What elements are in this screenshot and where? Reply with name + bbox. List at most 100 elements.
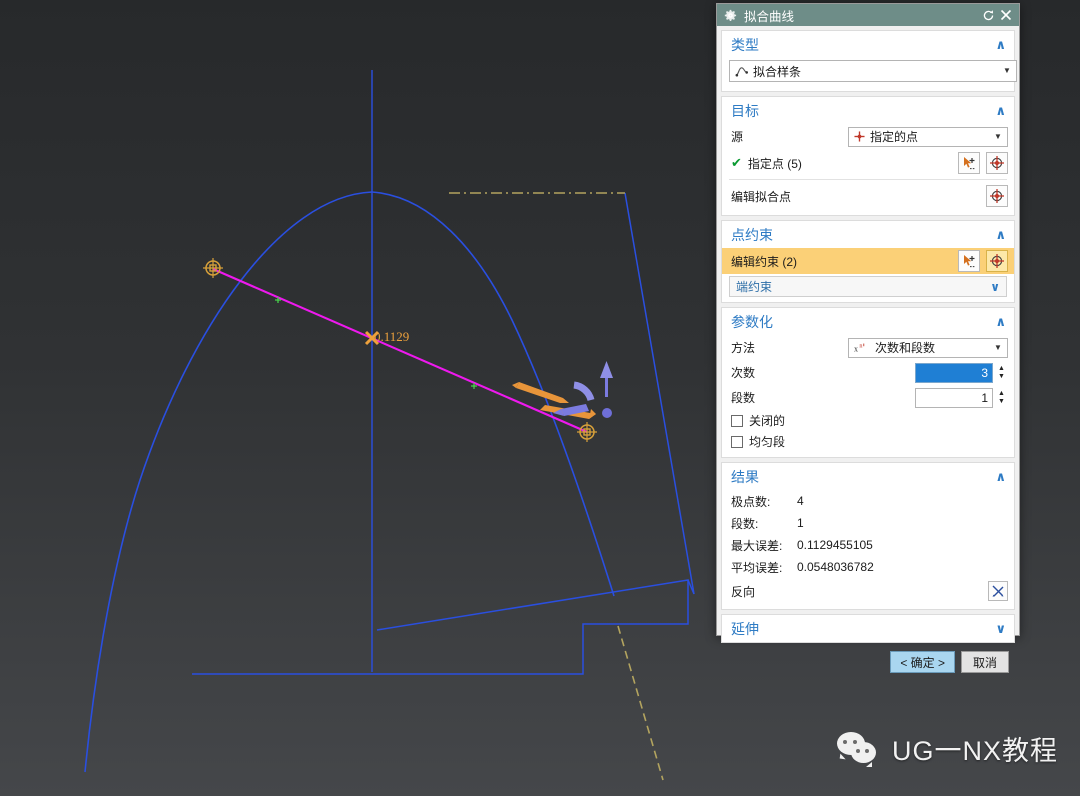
svg-text:x: x [854, 344, 858, 353]
method-label: 方法 [731, 341, 756, 355]
source-label: 源 [731, 130, 744, 144]
type-select[interactable]: 拟合样条 ▼ [729, 60, 1017, 82]
chevron-down-icon[interactable]: ▼ [1000, 67, 1014, 75]
result-value: 0.0548036782 [797, 560, 874, 574]
end-constraint-label: 端约束 [736, 280, 773, 294]
source-select[interactable]: 指定的点 ▼ [848, 126, 1008, 147]
cancel-button[interactable]: 取消 [961, 651, 1009, 673]
reset-icon[interactable] [980, 7, 997, 24]
wechat-icon [836, 731, 881, 767]
max-error-label: 0.1129 [374, 329, 410, 344]
source-select-value: 指定的点 [870, 130, 919, 144]
chevron-up-icon[interactable]: ∧ [995, 227, 1006, 243]
spin-up-icon[interactable]: ▲ [998, 390, 1005, 397]
section-extend: 延伸 ∨ [721, 614, 1015, 643]
profile-slant-line [624, 192, 695, 595]
valid-check-icon: ✔ [731, 155, 742, 170]
method-select[interactable]: x n 次数和段数 ▼ [848, 337, 1008, 358]
closed-label: 关闭的 [749, 414, 786, 428]
point-constructor-icon[interactable] [986, 152, 1008, 174]
chevron-up-icon[interactable]: ∧ [995, 103, 1006, 119]
point-icon [854, 131, 865, 142]
row-edit-fit-points[interactable]: 编辑拟合点 [722, 182, 1014, 210]
chevron-down-icon[interactable]: ▼ [991, 132, 1005, 141]
ok-button[interactable]: < 确定 > [890, 651, 955, 673]
row-end-constraint[interactable]: 端约束 ∨ [729, 276, 1007, 297]
row-specify-points[interactable]: ✔ 指定点 (5) [722, 149, 1014, 177]
segments-spin-buttons[interactable]: ▲ ▼ [995, 388, 1008, 408]
result-key: 最大误差: [731, 538, 783, 553]
watermark-text: UG一NX教程 [891, 736, 1058, 766]
chevron-up-icon[interactable]: ∧ [995, 469, 1006, 485]
chevron-down-icon[interactable]: ▼ [991, 343, 1005, 352]
gear-icon [724, 9, 737, 21]
section-result: 结果 ∧ 极点数: 4 段数: 1 最大误差: 0.1129455105 平均误… [721, 462, 1015, 610]
result-key: 段数: [731, 516, 759, 531]
chevron-up-icon[interactable]: ∧ [995, 314, 1006, 330]
close-icon[interactable] [997, 7, 1014, 24]
select-point-icon[interactable] [958, 152, 980, 174]
closed-checkbox-row[interactable]: 关闭的 [722, 410, 1014, 431]
fitted-spline-line[interactable] [212, 268, 588, 433]
watermark: UG一NX教程 [836, 729, 1058, 768]
section-point-constraint-header[interactable]: 点约束 ∧ [722, 221, 1014, 248]
row-degree: 次数 3 ▲ ▼ [722, 360, 1014, 385]
section-extend-title: 延伸 [731, 620, 759, 637]
uniform-checkbox[interactable] [731, 435, 743, 448]
rotation-arc-handle[interactable] [573, 381, 595, 402]
segments-stepper[interactable]: 1 ▲ ▼ [915, 387, 1008, 408]
degree-spin-buttons[interactable]: ▲ ▼ [995, 363, 1008, 383]
divider [729, 179, 1007, 180]
section-type-header[interactable]: 类型 ∧ [722, 31, 1014, 58]
segments-label: 段数 [731, 391, 756, 405]
reverse-direction-icon[interactable] [988, 581, 1008, 601]
row-edit-constraint[interactable]: 编辑约束 (2) [722, 248, 1014, 274]
result-key: 极点数: [731, 494, 771, 509]
row-segments: 段数 1 ▲ ▼ [722, 385, 1014, 410]
select-point-icon[interactable] [958, 250, 980, 272]
row-method: 方法 x n 次数和段数 ▼ [722, 335, 1014, 360]
result-key: 平均误差: [731, 560, 783, 575]
svg-text:n: n [859, 342, 863, 349]
spline-end-point-marker[interactable] [577, 422, 597, 442]
specify-points-label: 指定点 (5) [747, 156, 802, 171]
reverse-label: 反向 [731, 584, 756, 599]
section-parameterization-title: 参数化 [731, 313, 773, 330]
spin-down-icon[interactable]: ▼ [998, 373, 1005, 380]
chevron-down-icon[interactable]: ∨ [995, 621, 1006, 637]
section-point-constraint-title: 点约束 [731, 226, 773, 243]
method-select-value: 次数和段数 [875, 341, 936, 355]
origin-dot-handle[interactable] [602, 408, 612, 418]
section-parameterization-header[interactable]: 参数化 ∧ [722, 308, 1014, 335]
degree-stepper[interactable]: 3 ▲ ▼ [915, 362, 1008, 383]
chevron-down-icon[interactable]: ∨ [990, 280, 1000, 294]
type-select-value: 拟合样条 [753, 64, 802, 79]
point-constructor-icon[interactable] [986, 185, 1008, 207]
closed-checkbox[interactable] [731, 414, 743, 427]
section-point-constraint: 点约束 ∧ 编辑约束 (2) 端约束 ∨ [721, 220, 1015, 303]
vertical-move-handle[interactable] [600, 361, 613, 397]
section-type: 类型 ∧ 拟合样条 ▼ [721, 30, 1017, 92]
fit-curve-dialog[interactable]: 拟合曲线 类型 ∧ 拟合样条 ▼ 目标 ∧ 源 指定的点 ▼ ✔ 指定点 (5)… [716, 3, 1020, 673]
chevron-up-icon[interactable]: ∧ [995, 37, 1006, 53]
section-target: 目标 ∧ 源 指定的点 ▼ ✔ 指定点 (5) 编辑拟合点 [721, 96, 1015, 216]
degree-input[interactable]: 3 [915, 362, 993, 383]
point-constructor-icon[interactable] [986, 250, 1008, 272]
section-target-header[interactable]: 目标 ∧ [722, 97, 1014, 124]
result-value: 0.1129455105 [797, 538, 873, 552]
row-reverse: 反向 [722, 578, 1014, 604]
spline-icon [735, 65, 748, 78]
section-result-header[interactable]: 结果 ∧ [722, 463, 1014, 490]
uniform-checkbox-row[interactable]: 均匀段 [722, 431, 1014, 452]
spin-up-icon[interactable]: ▲ [998, 365, 1005, 372]
degree-segments-icon: x n [854, 342, 870, 354]
spin-down-icon[interactable]: ▼ [998, 398, 1005, 405]
spline-start-point-marker[interactable] [203, 258, 223, 278]
dialog-titlebar[interactable]: 拟合曲线 [717, 4, 1019, 26]
segments-input[interactable]: 1 [915, 387, 993, 408]
result-value: 1 [797, 516, 804, 530]
section-type-title: 类型 [731, 36, 759, 53]
result-row: 段数: 1 [722, 512, 1014, 534]
result-value: 4 [797, 494, 804, 508]
section-extend-header[interactable]: 延伸 ∨ [722, 615, 1014, 642]
